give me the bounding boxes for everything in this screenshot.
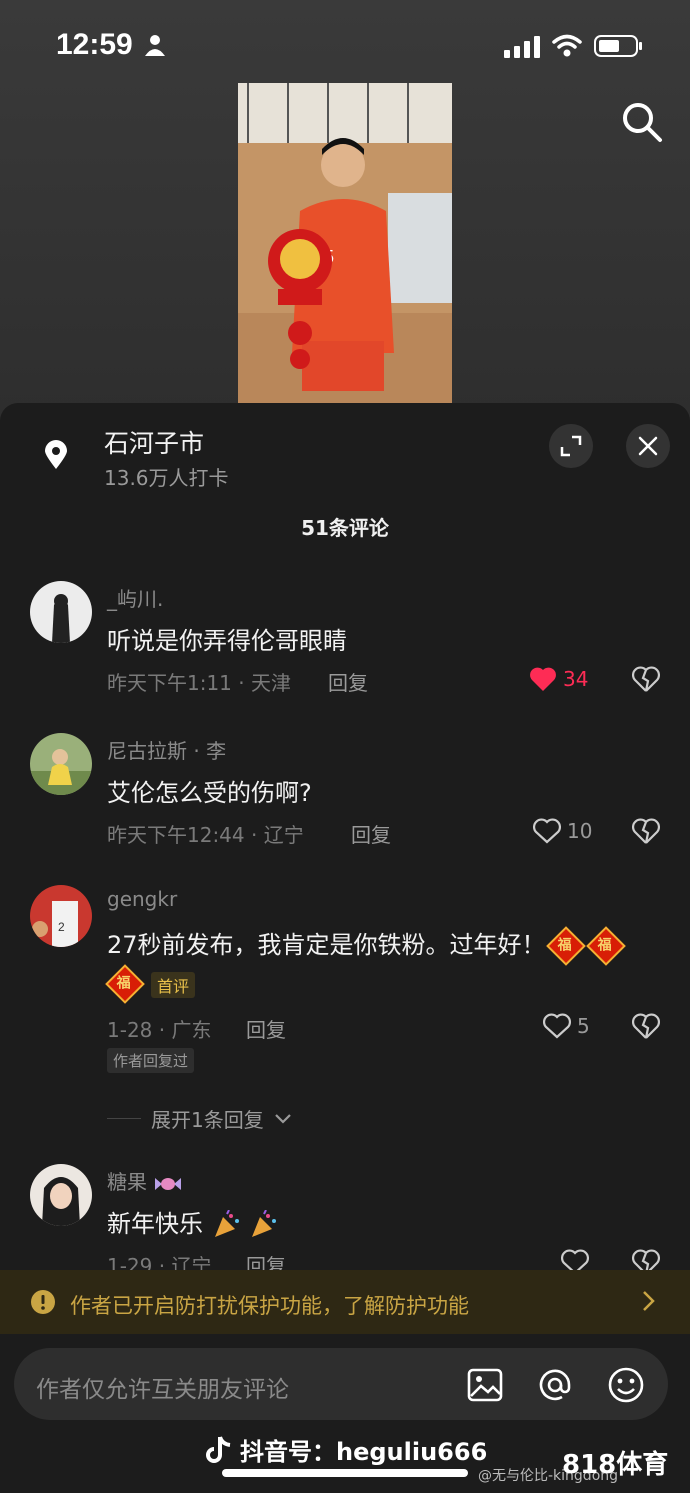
comment-meta: 昨天下午1:11 · 天津 (107, 671, 291, 695)
like-count: 34 (563, 667, 589, 691)
like-button[interactable]: 34 (529, 666, 588, 692)
chevron-right-icon (643, 1291, 655, 1311)
person-icon (145, 35, 165, 56)
expand-replies-button[interactable]: 展开1条回复 (107, 1104, 292, 1133)
battery-icon (594, 35, 642, 57)
image-icon[interactable] (466, 1366, 504, 1404)
emoji-icon[interactable] (607, 1366, 645, 1404)
divider (107, 1118, 141, 1119)
video-thumbnail[interactable]: 5 (238, 83, 452, 405)
avatar[interactable] (30, 581, 92, 643)
heart-filled-icon (530, 667, 556, 691)
expand-button[interactable] (549, 424, 593, 468)
expand-icon (560, 435, 582, 457)
broken-heart-icon[interactable] (632, 666, 660, 692)
comment-username[interactable]: 尼古拉斯 · 李 (107, 735, 226, 764)
comment-text-body: 27秒前发布，我肯定是你铁粉。过年好！ (107, 931, 546, 959)
at-mention-icon[interactable] (536, 1366, 574, 1404)
brand-watermark: 818体育 (562, 1450, 669, 1480)
heart-outline-icon (543, 1013, 571, 1039)
heart-outline-icon (533, 818, 561, 844)
close-button[interactable] (626, 424, 670, 468)
comment-meta: 昨天下午12:44 · 辽宁 (107, 823, 304, 847)
fu-emoji-icon: 福 (105, 964, 145, 1004)
broken-heart-icon[interactable] (632, 1013, 660, 1039)
comment-text-body: 新年快乐 (107, 1210, 203, 1238)
signal-icon (504, 36, 540, 58)
warning-icon (31, 1290, 55, 1314)
location-name[interactable]: 石河子市 (104, 424, 204, 460)
comment-text: 听说是你弄得伦哥眼睛 (107, 627, 347, 655)
reply-button[interactable]: 回复 (328, 667, 368, 696)
party-popper-icon (214, 1209, 239, 1237)
fu-emoji-icon: 福 (585, 926, 626, 966)
comment-username[interactable]: 糖果 (107, 1166, 183, 1195)
comment-text: 27秒前发布，我肯定是你铁粉。过年好！福福 (107, 925, 626, 966)
protection-notice-text: 作者已开启防打扰保护功能，了解防护功能 (70, 1294, 469, 1318)
status-time: 12:59 (56, 28, 133, 61)
comment-text: 艾伦怎么受的伤啊? (107, 779, 312, 807)
comment-count: 51条评论 (301, 516, 389, 540)
avatar[interactable] (30, 733, 92, 795)
party-popper-icon (252, 1209, 277, 1237)
reply-button[interactable]: 回复 (246, 1014, 286, 1043)
svg-text:2: 2 (58, 920, 65, 934)
home-indicator (222, 1469, 468, 1477)
candy-icon (155, 1177, 182, 1190)
like-button[interactable]: 5 (543, 1013, 590, 1039)
comment-username[interactable]: _屿川. (107, 583, 163, 612)
comment-username-text: 糖果 (107, 1170, 147, 1194)
location-checkins: 13.6万人打卡 (104, 466, 229, 490)
like-count: 5 (577, 1014, 590, 1038)
wifi-icon (552, 34, 582, 57)
status-bar: 12:59 (0, 0, 690, 92)
douyin-id: 抖音号：heguliu666 (240, 1438, 488, 1466)
location-pin-icon (45, 440, 67, 469)
comment-username[interactable]: gengkr (107, 887, 177, 911)
close-icon (638, 436, 658, 456)
fu-emoji-icon: 福 (545, 926, 586, 966)
chevron-down-icon (274, 1113, 291, 1124)
comment-text: 新年快乐 (107, 1204, 278, 1240)
comment-input[interactable]: 作者仅允许互关朋友评论 (36, 1370, 289, 1404)
like-button[interactable]: 10 (533, 818, 592, 844)
like-count: 10 (567, 819, 593, 843)
protection-notice-banner[interactable]: 作者已开启防打扰保护功能，了解防护功能 (0, 1270, 690, 1334)
avatar[interactable] (30, 1164, 92, 1226)
douyin-watermark: 抖音号：heguliu666 (206, 1432, 487, 1467)
broken-heart-icon[interactable] (632, 818, 660, 844)
author-replied-badge: 作者回复过 (107, 1048, 195, 1073)
search-icon[interactable] (620, 100, 664, 144)
first-comment-badge: 首评 (151, 972, 196, 998)
comment-meta: 1-28 · 广东 (107, 1018, 212, 1042)
reply-button[interactable]: 回复 (351, 819, 391, 848)
expand-replies-label: 展开1条回复 (151, 1108, 264, 1132)
avatar[interactable]: 2 (30, 885, 92, 947)
tiktok-logo-icon (206, 1435, 231, 1463)
